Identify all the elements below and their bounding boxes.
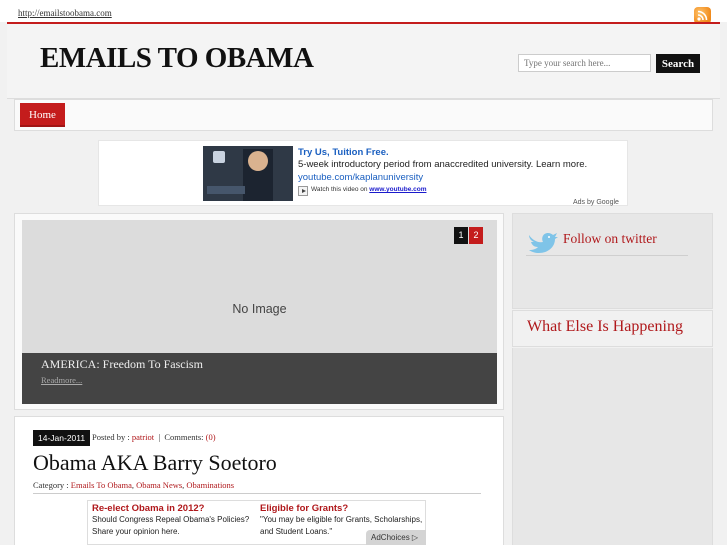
follow-twitter-link[interactable]: Follow on twitter — [563, 231, 657, 247]
ad-right-line1: "You may be eligible for Grants, Scholar… — [260, 515, 423, 524]
site-title[interactable]: EMAILS TO OBAMA — [40, 42, 314, 75]
ad-url-link[interactable]: youtube.com/kaplanuniversity — [298, 172, 423, 183]
youtube-link[interactable]: www.youtube.com — [369, 186, 426, 193]
slider-page-1[interactable]: 1 — [454, 227, 468, 244]
sidebar-content-panel — [512, 348, 713, 545]
ads-by-google[interactable]: Ads by Google — [573, 199, 619, 206]
slider-caption-title[interactable]: AMERICA: Freedom To Fascism — [41, 357, 203, 372]
nav-item-home[interactable]: Home — [20, 103, 65, 127]
ad-watch-prefix: Watch this video on — [311, 186, 368, 193]
ad-title-link[interactable]: Try Us, Tuition Free. — [298, 147, 389, 158]
post-meta: Posted by : patriot | Comments: (0) — [92, 432, 216, 442]
slider-placeholder-text: No Image — [232, 302, 287, 316]
category-label: Category : — [33, 480, 69, 490]
site-url-link[interactable]: http://emailstoobama.com — [18, 8, 112, 18]
ad-left-line2: Share your opinion here. — [92, 527, 180, 536]
category-link[interactable]: Obaminations — [186, 480, 234, 490]
adchoices-label: AdChoices — [371, 533, 410, 542]
post-categories: Category : Emails To Obama, Obama News, … — [33, 480, 235, 490]
posted-by-label: Posted by : — [92, 432, 130, 442]
ad-left-title-link[interactable]: Re-elect Obama in 2012? — [92, 503, 204, 514]
ad-right-title-link[interactable]: Eligible for Grants? — [260, 503, 348, 514]
post-divider — [33, 493, 481, 494]
ad-left-line1: Should Congress Repeal Obama's Policies? — [92, 515, 250, 524]
category-link[interactable]: Obama News — [136, 480, 182, 490]
slider-page-2[interactable]: 2 — [469, 227, 483, 244]
comments-label: Comments: — [164, 432, 204, 442]
ad-video-thumbnail[interactable] — [203, 146, 293, 201]
post-title[interactable]: Obama AKA Barry Soetoro — [33, 450, 277, 476]
post-date-badge: 14-Jan-2011 — [33, 430, 91, 446]
ad-watch-text: Watch this video on www.youtube.com — [311, 186, 426, 193]
play-icon[interactable] — [298, 186, 308, 196]
twitter-divider — [526, 255, 688, 256]
ad-description: 5-week introductory period from anaccred… — [298, 159, 588, 170]
adchoices-icon: ▷ — [411, 533, 419, 542]
ad-right-line2: and Student Loans." — [260, 527, 333, 536]
nav-bar — [14, 99, 713, 131]
category-link[interactable]: Emails To Obama — [71, 480, 132, 490]
search-button[interactable]: Search — [656, 54, 700, 73]
search-input[interactable] — [518, 54, 651, 72]
sidebar-twitter-panel — [512, 213, 713, 309]
what-else-heading: What Else Is Happening — [527, 318, 683, 335]
post-author-link[interactable]: patriot — [132, 432, 154, 442]
adchoices-button[interactable]: AdChoices ▷ — [366, 530, 426, 545]
readmore-link[interactable]: Readmore... — [41, 375, 82, 385]
comments-count-link[interactable]: (0) — [206, 432, 216, 442]
